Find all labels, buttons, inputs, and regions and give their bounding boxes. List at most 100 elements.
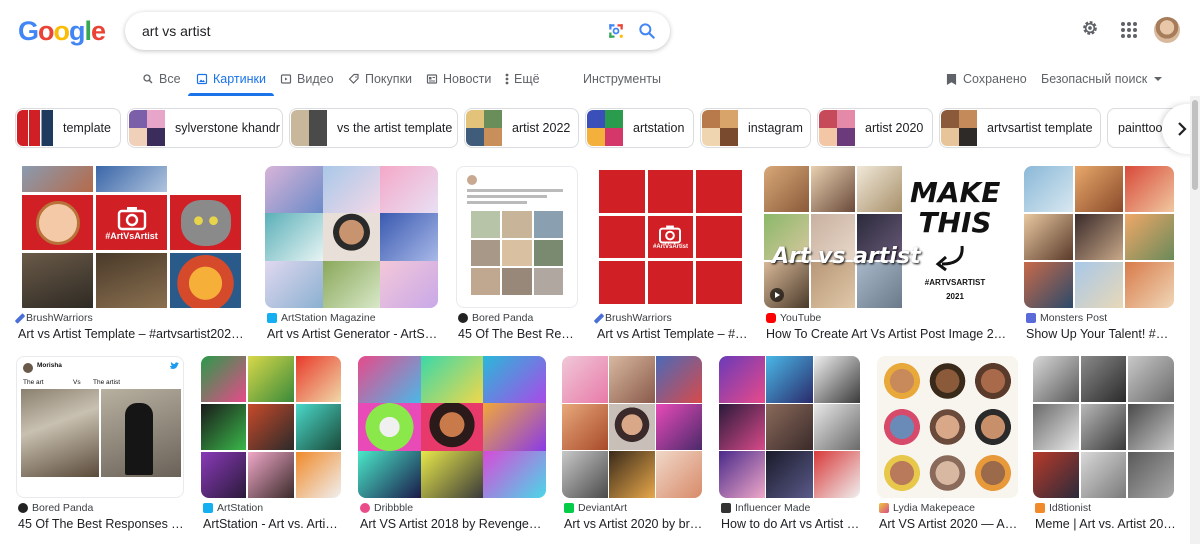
result-source[interactable]: Influencer Made <box>721 502 810 514</box>
chip-vs-the-artist-template[interactable]: vs the artist template <box>289 108 458 148</box>
tab-video[interactable]: Видео <box>280 62 334 96</box>
chip-artist-2022[interactable]: artist 2022 <box>464 108 579 148</box>
chip-thumbnail <box>291 110 327 146</box>
tab-all[interactable]: Все <box>142 62 181 96</box>
result-thumbnail[interactable]: Art vs artist MAKE THIS #ARTVSARTIST 202… <box>764 166 1007 308</box>
result-thumbnail[interactable] <box>877 356 1018 498</box>
more-vert-icon <box>505 73 509 85</box>
result-source[interactable]: Lydia Makepeace <box>879 502 975 514</box>
saved-label: Сохранено <box>963 72 1027 86</box>
tab-label: Инструменты <box>583 72 661 86</box>
tab-more[interactable]: Ещё <box>505 62 540 96</box>
result-source[interactable]: Bored Panda <box>18 502 93 514</box>
result-thumbnail[interactable] <box>562 356 702 498</box>
result-title[interactable]: How To Create Art Vs Artist Post Image 2… <box>766 327 1009 341</box>
the-artist-label: The artist <box>93 379 121 386</box>
image-result[interactable]: Id8tionist Meme | Art vs. Artist 202... <box>1033 356 1176 536</box>
result-title[interactable]: Art VS Artist 2020 — Arti... <box>879 517 1020 531</box>
result-thumbnail[interactable] <box>358 356 546 498</box>
result-source[interactable]: DeviantArt <box>564 502 627 514</box>
image-result[interactable]: Dribbble Art VS Artist 2018 by RevengeLo… <box>358 356 548 536</box>
search-icon[interactable] <box>637 21 657 41</box>
chip-label: artstation <box>633 121 685 135</box>
search-input[interactable] <box>142 12 582 50</box>
scrollbar-thumb[interactable] <box>1192 100 1198 190</box>
image-result[interactable]: Bored Panda 45 Of The Best Resp... <box>456 166 580 346</box>
result-title[interactable]: Show Up Your Talent! #Art... <box>1026 327 1172 341</box>
image-result[interactable]: Morisha The art Vs The artist Bored Pand… <box>16 356 186 536</box>
result-thumbnail[interactable] <box>456 166 578 308</box>
image-result[interactable]: ArtStation ArtStation - Art vs. Artist .… <box>201 356 343 536</box>
result-title[interactable]: How to do Art vs Artist o... <box>721 517 862 531</box>
artvsartist-text: #ARTVSARTIST <box>924 278 986 287</box>
result-thumbnail[interactable] <box>1024 166 1174 308</box>
result-thumbnail[interactable] <box>201 356 341 498</box>
result-source[interactable]: Monsters Post <box>1026 312 1107 324</box>
result-source[interactable]: ArtStation Magazine <box>267 312 376 324</box>
hashtag-text: #ArtVsArtist <box>652 243 688 250</box>
tab-tools[interactable]: Инструменты <box>583 62 661 96</box>
result-title[interactable]: 45 Of The Best Responses To ... <box>18 517 186 531</box>
tab-label: Все <box>159 72 181 86</box>
result-source[interactable]: Bored Panda <box>458 312 533 324</box>
search-box[interactable] <box>125 12 670 50</box>
result-title[interactable]: Art vs Artist Template – #ar... <box>597 327 748 341</box>
result-thumbnail[interactable] <box>1033 356 1174 498</box>
result-source[interactable]: BrushWarriors <box>593 312 672 324</box>
tab-shopping[interactable]: Покупки <box>348 62 412 96</box>
result-source[interactable]: ArtStation <box>203 502 263 514</box>
arrow-icon <box>935 245 964 272</box>
chip-sylverstone[interactable]: sylverstone khandr <box>127 108 283 148</box>
result-source[interactable]: Id8tionist <box>1035 502 1091 514</box>
result-title[interactable]: Art vs Artist Template – #artvsartist202… <box>18 327 249 341</box>
image-result[interactable]: ArtStation Magazine Art vs Artist Genera… <box>265 166 440 346</box>
google-logo[interactable]: Google <box>18 16 106 47</box>
chip-artstation[interactable]: artstation <box>585 108 694 148</box>
safe-search-dropdown[interactable]: Безопасный поиск <box>1041 62 1163 96</box>
source-name: Monsters Post <box>1040 312 1108 324</box>
google-lens-icon[interactable] <box>607 22 625 40</box>
result-source[interactable]: BrushWarriors <box>14 312 93 324</box>
result-title[interactable]: 45 Of The Best Resp... <box>458 327 580 341</box>
saved-button[interactable]: Сохранено <box>946 62 1027 96</box>
image-result[interactable]: DeviantArt Art vs Artist 2020 by bria... <box>562 356 704 536</box>
result-title[interactable]: ArtStation - Art vs. Artist ... <box>203 517 343 531</box>
header: Google <box>0 0 1200 62</box>
chip-thumbnail <box>466 110 502 146</box>
bookmark-icon <box>946 73 957 85</box>
image-result[interactable]: #ArtVsArtist BrushWarriors Art vs Artist… <box>593 166 748 346</box>
gear-icon[interactable] <box>1080 18 1100 38</box>
chip-artist-2020[interactable]: artist 2020 <box>817 108 933 148</box>
result-title[interactable]: Art vs Artist 2020 by bria... <box>564 517 704 531</box>
chip-artvsartist-template[interactable]: artvsartist template <box>939 108 1101 148</box>
image-result[interactable]: Monsters Post Show Up Your Talent! #Art.… <box>1024 166 1174 346</box>
image-result[interactable]: Influencer Made How to do Art vs Artist … <box>719 356 862 536</box>
result-source[interactable]: YouTube <box>766 312 821 324</box>
image-result[interactable]: Art vs artist MAKE THIS #ARTVSARTIST 202… <box>764 166 1009 346</box>
image-result[interactable]: #ArtVsArtist BrushWarriors Art vs Artist… <box>14 166 249 346</box>
result-thumbnail[interactable]: #ArtVsArtist <box>595 166 746 308</box>
tab-label: Ещё <box>514 72 540 86</box>
art-vs-artist-overlay: Art vs artist <box>772 244 921 269</box>
tab-images[interactable]: Картинки <box>188 62 274 96</box>
source-name: DeviantArt <box>578 502 628 514</box>
chip-instagram[interactable]: instagram <box>700 108 811 148</box>
result-title[interactable]: Meme | Art vs. Artist 202... <box>1035 517 1176 531</box>
result-source[interactable]: Dribbble <box>360 502 413 514</box>
source-name: ArtStation Magazine <box>281 312 376 324</box>
result-title[interactable]: Art VS Artist 2018 by RevengeLove... <box>360 517 548 531</box>
result-thumbnail[interactable]: #ArtVsArtist <box>16 166 247 308</box>
chip-template[interactable]: template <box>15 108 121 148</box>
source-name: ArtStation <box>217 502 264 514</box>
result-thumbnail[interactable]: Morisha The art Vs The artist <box>16 356 184 498</box>
chip-label: artist 2020 <box>865 121 924 135</box>
search-small-icon <box>143 74 153 84</box>
result-thumbnail[interactable] <box>265 166 438 308</box>
tab-news[interactable]: Новости <box>426 62 491 96</box>
image-result[interactable]: Lydia Makepeace Art VS Artist 2020 — Art… <box>877 356 1020 536</box>
result-thumbnail[interactable] <box>719 356 860 498</box>
apps-grid-icon[interactable] <box>1120 21 1138 39</box>
avatar[interactable] <box>1154 17 1180 43</box>
result-title[interactable]: Art vs Artist Generator - ArtStati... <box>267 327 440 341</box>
source-name: Bored Panda <box>472 312 534 324</box>
